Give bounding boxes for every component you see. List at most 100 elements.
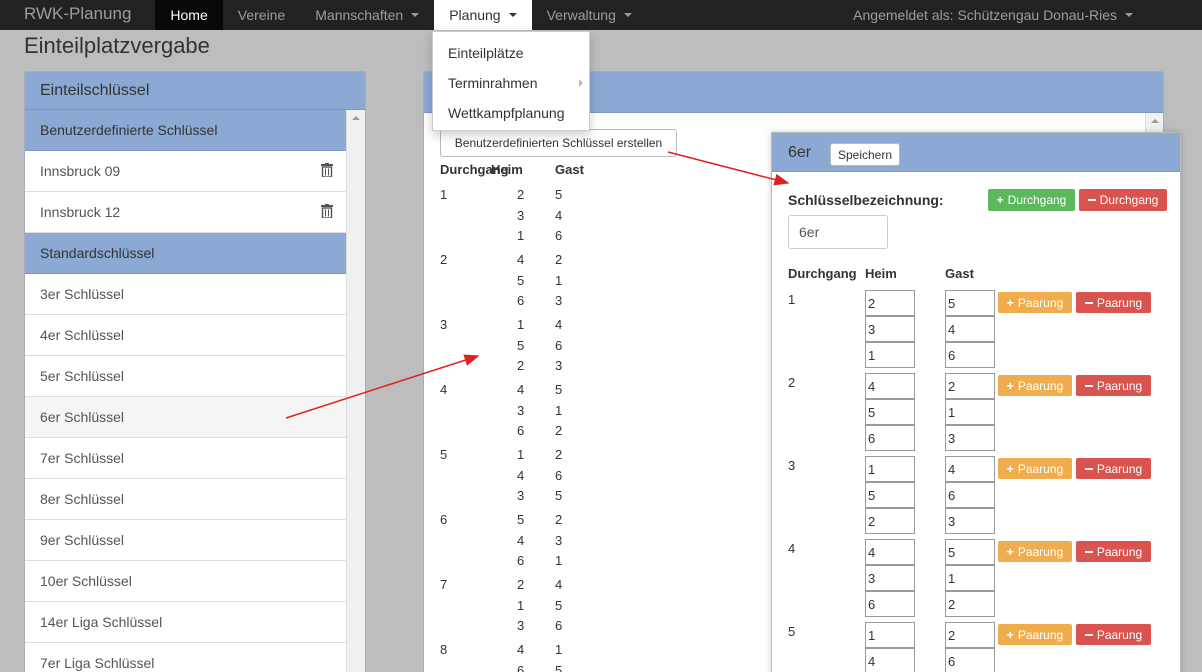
remove-pair-button[interactable]: Paarung bbox=[1076, 292, 1151, 313]
editor-col-guest: Gast bbox=[945, 266, 974, 281]
guest-input[interactable] bbox=[945, 591, 995, 617]
trash-icon[interactable] bbox=[321, 204, 333, 218]
key-list-title: Einteilschlüssel bbox=[25, 72, 365, 110]
guest-input[interactable] bbox=[945, 565, 995, 591]
caret-down-icon bbox=[508, 13, 517, 17]
key-table-home: 2 bbox=[517, 187, 525, 202]
list-item-standard-key[interactable]: 9er Schlüssel bbox=[25, 520, 347, 561]
home-input[interactable] bbox=[865, 456, 915, 482]
guest-input[interactable] bbox=[945, 373, 995, 399]
list-item-custom-key[interactable]: Innsbruck 09 bbox=[25, 151, 347, 192]
add-pair-button[interactable]: + Paarung bbox=[998, 458, 1072, 479]
custom-keys-header: Benutzerdefinierte Schlüssel bbox=[25, 110, 347, 151]
guest-input[interactable] bbox=[945, 342, 995, 368]
submenu-arrow-icon bbox=[579, 79, 583, 87]
home-input[interactable] bbox=[865, 399, 915, 425]
add-pair-button[interactable]: + Paarung bbox=[998, 624, 1072, 645]
key-table-guest: 1 bbox=[555, 402, 563, 418]
key-editor-header: 6er Speichern bbox=[772, 133, 1180, 172]
home-input[interactable] bbox=[865, 591, 915, 617]
key-table-guest: 5 bbox=[555, 187, 563, 202]
nav-mannschaften[interactable]: Mannschaften bbox=[300, 0, 434, 30]
minus-icon bbox=[1084, 467, 1093, 470]
home-input[interactable] bbox=[865, 508, 915, 534]
list-item-standard-key[interactable]: 14er Liga Schlüssel bbox=[25, 602, 347, 643]
guest-input[interactable] bbox=[945, 508, 995, 534]
list-item-standard-key-selected[interactable]: 6er Schlüssel bbox=[25, 397, 347, 438]
key-name-input[interactable] bbox=[788, 215, 888, 249]
brand-logo[interactable]: RWK-Planung bbox=[0, 0, 155, 30]
nav-home[interactable]: Home bbox=[155, 0, 223, 30]
list-item-standard-key[interactable]: 7er Liga Schlüssel bbox=[25, 643, 347, 672]
guest-input[interactable] bbox=[945, 399, 995, 425]
list-item-standard-key[interactable]: 7er Schlüssel bbox=[25, 438, 347, 479]
add-pair-button[interactable]: + Paarung bbox=[998, 375, 1072, 396]
key-table-home: 1 bbox=[517, 597, 525, 613]
home-input[interactable] bbox=[865, 290, 915, 316]
remove-pair-button[interactable]: Paarung bbox=[1076, 458, 1151, 479]
guest-input[interactable] bbox=[945, 539, 995, 565]
caret-down-icon bbox=[411, 13, 420, 17]
home-input[interactable] bbox=[865, 342, 915, 368]
guest-input[interactable] bbox=[945, 456, 995, 482]
scroll-up-icon[interactable] bbox=[347, 110, 364, 127]
add-pair-button[interactable]: + Paarung bbox=[998, 541, 1072, 562]
nav-planung[interactable]: Planung bbox=[434, 0, 532, 30]
home-input[interactable] bbox=[865, 565, 915, 591]
guest-input[interactable] bbox=[945, 316, 995, 342]
home-input[interactable] bbox=[865, 482, 915, 508]
guest-input[interactable] bbox=[945, 425, 995, 451]
list-item-standard-key[interactable]: 4er Schlüssel bbox=[25, 315, 347, 356]
save-button[interactable]: Speichern bbox=[830, 143, 900, 166]
home-input[interactable] bbox=[865, 316, 915, 342]
add-pair-button[interactable]: + Paarung bbox=[998, 292, 1072, 313]
list-item-standard-key[interactable]: 3er Schlüssel bbox=[25, 274, 347, 315]
remove-pair-button[interactable]: Paarung bbox=[1076, 624, 1151, 645]
home-input[interactable] bbox=[865, 622, 915, 648]
nav-planung-label: Planung bbox=[449, 7, 501, 23]
editor-round-number: 4 bbox=[788, 541, 796, 556]
key-table-home: 6 bbox=[517, 293, 525, 308]
editor-col-round: Durchgang bbox=[788, 266, 857, 281]
key-table-guest: 4 bbox=[555, 207, 563, 223]
remove-round-button[interactable]: Durchgang bbox=[1079, 189, 1167, 211]
key-table-home: 6 bbox=[517, 553, 525, 568]
scroll-up-icon[interactable] bbox=[1146, 113, 1163, 130]
home-input[interactable] bbox=[865, 425, 915, 451]
guest-input[interactable] bbox=[945, 622, 995, 648]
list-item-custom-key[interactable]: Innsbruck 12 bbox=[25, 192, 347, 233]
key-list-scrollbar[interactable] bbox=[346, 110, 365, 672]
list-item-standard-key[interactable]: 5er Schlüssel bbox=[25, 356, 347, 397]
home-input[interactable] bbox=[865, 373, 915, 399]
key-name-label: Schlüsselbezeichnung: bbox=[788, 192, 944, 208]
guest-input[interactable] bbox=[945, 648, 995, 672]
nav-verwaltung[interactable]: Verwaltung bbox=[532, 0, 647, 30]
nav-vereine[interactable]: Vereine bbox=[223, 0, 300, 30]
standard-keys-header: Standardschlüssel bbox=[25, 233, 347, 274]
remove-pair-button[interactable]: Paarung bbox=[1076, 541, 1151, 562]
key-table-guest: 3 bbox=[555, 293, 563, 308]
guest-input[interactable] bbox=[945, 482, 995, 508]
add-round-button[interactable]: + Durchgang bbox=[988, 189, 1075, 211]
key-table-home: 4 bbox=[517, 642, 525, 657]
list-item-standard-key[interactable]: 8er Schlüssel bbox=[25, 479, 347, 520]
key-table-round-number: 8 bbox=[440, 642, 448, 657]
remove-pair-button[interactable]: Paarung bbox=[1076, 375, 1151, 396]
remove-pair-label: Paarung bbox=[1096, 295, 1143, 310]
menu-item-einteilplaetze[interactable]: Einteilplätze bbox=[433, 38, 589, 68]
guest-input[interactable] bbox=[945, 290, 995, 316]
home-input[interactable] bbox=[865, 539, 915, 565]
menu-item-wettkampfplanung[interactable]: Wettkampfplanung bbox=[433, 98, 589, 128]
key-table-guest: 6 bbox=[555, 467, 563, 483]
menu-item-terminrahmen[interactable]: Terminrahmen bbox=[433, 68, 589, 98]
key-table-guest: 6 bbox=[555, 228, 563, 243]
trash-icon[interactable] bbox=[321, 163, 333, 177]
nav-user-menu[interactable]: Angemeldet als: Schützengau Donau-Ries bbox=[838, 0, 1148, 30]
create-custom-key-button[interactable]: Benutzerdefinierten Schlüssel erstellen bbox=[440, 129, 677, 157]
key-table-home: 1 bbox=[517, 447, 525, 462]
plus-icon: + bbox=[996, 193, 1004, 207]
home-input[interactable] bbox=[865, 648, 915, 672]
key-table-home: 5 bbox=[517, 272, 525, 288]
list-item-standard-key[interactable]: 10er Schlüssel bbox=[25, 561, 347, 602]
key-table-home: 2 bbox=[517, 577, 525, 592]
